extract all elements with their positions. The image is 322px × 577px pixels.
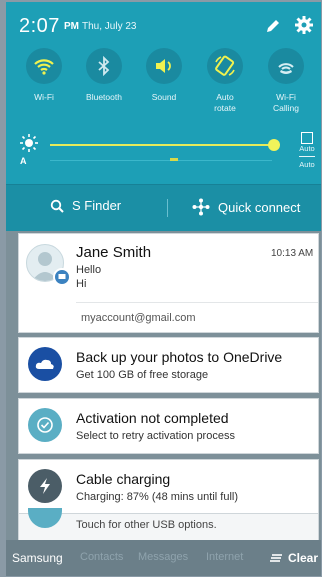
edit-icon[interactable]	[264, 17, 282, 35]
search-icon	[50, 199, 64, 213]
auto-adjust-marker[interactable]	[170, 158, 178, 161]
contacts-shortcut[interactable]: Contacts	[80, 551, 123, 563]
charging-icon	[28, 469, 62, 503]
bluetooth-icon	[86, 48, 122, 84]
account-label: myaccount@gmail.com	[81, 312, 196, 324]
toggle-sound[interactable]: Sound	[134, 48, 194, 124]
internet-shortcut[interactable]: Internet	[206, 551, 243, 563]
search-divider	[167, 199, 168, 217]
wifi-calling-icon	[268, 48, 304, 84]
wifi-icon	[26, 48, 62, 84]
notification-subtitle: Get 100 GB of free storage	[76, 369, 209, 381]
toggle-label: Bluetooth	[86, 92, 122, 102]
s-finder-label: S Finder	[72, 198, 122, 213]
activation-notification[interactable]: Activation not completed Select to retry…	[19, 399, 318, 453]
s-finder-button[interactable]: S Finder	[50, 198, 121, 213]
notification-title: Cable charging	[76, 471, 171, 487]
message-time: 10:13 AM	[271, 248, 314, 259]
toggle-label: Sound	[151, 92, 177, 102]
auto-adjust-track[interactable]	[50, 160, 272, 161]
status-header: 2:07 PM Thu, July 23	[6, 2, 321, 40]
clear-button[interactable]: Clear	[270, 551, 318, 565]
quick-connect-button[interactable]: Quick connect	[192, 198, 300, 216]
clear-all-icon	[270, 554, 282, 562]
notification-subtitle: Charging: 87% (48 mins until full)	[76, 491, 239, 503]
date-label: Thu, July 23	[82, 21, 137, 32]
sound-icon	[146, 48, 182, 84]
gear-icon[interactable]	[294, 15, 314, 35]
clock-time: 2:07	[19, 15, 60, 37]
brightness-control: A Auto Auto	[6, 130, 321, 182]
usb-icon	[28, 508, 62, 528]
messages-shortcut[interactable]: Messages	[138, 551, 188, 563]
notification-subtitle: Select to retry activation process	[76, 430, 235, 442]
auto-rotate-icon	[207, 48, 243, 84]
message-line-1: Hello	[76, 264, 102, 276]
onedrive-notification[interactable]: Back up your photos to OneDrive Get 100 …	[19, 338, 318, 392]
brightness-slider-track[interactable]	[50, 144, 272, 146]
card-divider	[76, 302, 318, 303]
auto-label-secondary: Auto	[299, 160, 315, 169]
sun-icon	[20, 134, 38, 152]
quick-panel: 2:07 PM Thu, July 23 Wi-Fi Bluetooth Sou…	[6, 2, 321, 184]
samsung-label[interactable]: Samsung	[12, 551, 63, 565]
usb-notification[interactable]: Touch for other USB options.	[19, 508, 318, 540]
toggle-label: Wi-Fi Calling	[273, 92, 299, 113]
notification-panel: 2:07 PM Thu, July 23 Wi-Fi Bluetooth Sou…	[6, 2, 321, 576]
auto-brightness-checkbox[interactable]: Auto Auto	[296, 132, 318, 180]
auto-brightness-indicator: A	[20, 156, 27, 166]
notification-title: Activation not completed	[76, 410, 229, 426]
charging-notification[interactable]: Cable charging Charging: 87% (48 mins un…	[19, 460, 318, 514]
clock-ampm: PM	[64, 21, 79, 32]
checkbox-square	[301, 132, 313, 144]
message-app-badge	[53, 268, 71, 286]
bottom-bar: Samsung Contacts Messages Internet Clear	[6, 540, 321, 576]
quick-connect-label: Quick connect	[218, 199, 301, 215]
notification-title: Back up your photos to OneDrive	[76, 349, 283, 365]
toggle-wifi-calling[interactable]: Wi-Fi Calling	[256, 48, 316, 124]
check-circle-icon	[28, 408, 62, 442]
screenshot-frame: 2:07 PM Thu, July 23 Wi-Fi Bluetooth Sou…	[0, 0, 322, 577]
message-notification[interactable]: Jane Smith 10:13 AM Hello Hi myaccount@g…	[19, 234, 318, 332]
brightness-slider-knob[interactable]	[268, 139, 280, 151]
toggle-auto-rotate[interactable]: Auto rotate	[195, 48, 255, 124]
onedrive-icon	[28, 347, 62, 381]
toggle-label: Auto rotate	[214, 92, 236, 113]
toggle-bluetooth[interactable]: Bluetooth	[74, 48, 134, 124]
sender-name: Jane Smith	[76, 244, 152, 261]
quick-toggles: Wi-Fi Bluetooth Sound Auto rotate Wi-Fi …	[6, 48, 321, 124]
clear-label: Clear	[288, 551, 319, 565]
search-bar: S Finder Quick connect	[6, 184, 321, 231]
quick-connect-icon	[192, 198, 210, 216]
toggle-wifi[interactable]: Wi-Fi	[14, 48, 74, 124]
message-icon	[58, 274, 66, 279]
usb-hint: Touch for other USB options.	[76, 519, 217, 531]
auto-label: Auto	[299, 144, 315, 153]
message-line-2: Hi	[76, 278, 87, 290]
toggle-label: Wi-Fi	[34, 92, 54, 102]
